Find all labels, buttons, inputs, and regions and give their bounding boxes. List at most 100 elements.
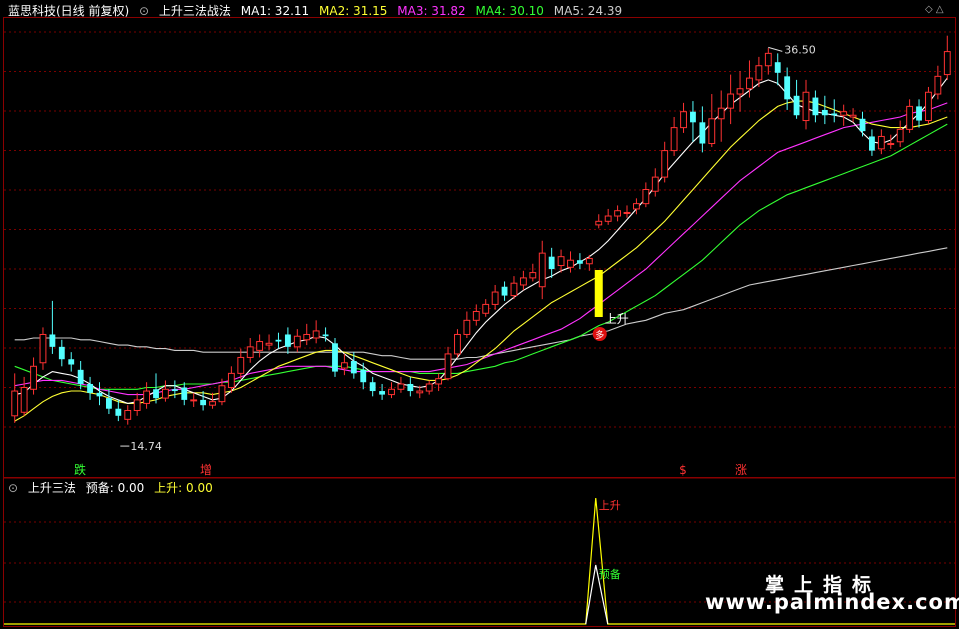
candle-body bbox=[491, 291, 499, 305]
candle-body bbox=[218, 385, 226, 403]
watermark-url: www.palmindex.com bbox=[705, 590, 959, 614]
candle-body bbox=[133, 399, 141, 411]
ma-line-ma1 bbox=[14, 77, 948, 404]
candle-body bbox=[755, 65, 763, 81]
triangle-icon[interactable]: △ bbox=[936, 4, 944, 15]
candle-body bbox=[538, 252, 546, 288]
candle-body bbox=[614, 210, 622, 217]
candle-body bbox=[869, 136, 875, 151]
candle-body bbox=[727, 93, 735, 109]
ma-line-ma2 bbox=[14, 100, 948, 422]
candle-body bbox=[322, 334, 329, 337]
candle-body bbox=[312, 330, 320, 339]
candle-body bbox=[623, 211, 631, 214]
candle-body bbox=[717, 107, 725, 120]
candle-body bbox=[548, 256, 555, 270]
ma-line-ma4 bbox=[14, 123, 948, 390]
candle-body bbox=[227, 372, 235, 389]
candle-body bbox=[190, 399, 198, 402]
candle-body bbox=[39, 333, 47, 364]
candle-body bbox=[425, 383, 433, 392]
candle-body bbox=[20, 387, 28, 413]
high-price-label: 36.50 bbox=[784, 43, 816, 56]
candle-body bbox=[96, 392, 103, 397]
candle-body bbox=[896, 128, 904, 143]
candle-body bbox=[284, 334, 291, 347]
candle-body bbox=[651, 176, 659, 192]
stock-title: 蓝思科技(日线 前复权) bbox=[8, 4, 130, 18]
indicator-toggle-icon[interactable]: ⊙ bbox=[139, 4, 149, 18]
signal-rise-label: 上升 bbox=[605, 312, 629, 326]
candle-body bbox=[77, 369, 84, 384]
candle-body bbox=[360, 369, 367, 383]
candle-body bbox=[529, 272, 537, 279]
candle-body bbox=[519, 277, 527, 286]
candle-body bbox=[670, 127, 678, 152]
candle-body bbox=[633, 203, 640, 210]
diamond-icon[interactable]: ◇ bbox=[925, 4, 933, 15]
high-marker-line bbox=[768, 46, 783, 52]
candle-body bbox=[557, 256, 565, 267]
candle-body bbox=[764, 52, 772, 67]
candle-body bbox=[124, 409, 132, 420]
candle-body bbox=[332, 343, 338, 372]
candle-body bbox=[68, 359, 75, 365]
candle-body bbox=[435, 378, 443, 385]
marker-zeng: 增 bbox=[200, 463, 212, 477]
candle-body bbox=[736, 88, 744, 95]
candle-body bbox=[567, 259, 574, 268]
candle-body bbox=[388, 388, 395, 396]
candle-body bbox=[585, 257, 593, 265]
candle-body bbox=[831, 113, 838, 116]
candle-body bbox=[444, 353, 452, 380]
candle-body bbox=[793, 95, 800, 116]
candle-body bbox=[275, 339, 282, 342]
sub-toggle-icon[interactable]: ⊙ bbox=[8, 481, 18, 495]
candle-body bbox=[821, 109, 828, 116]
candle-body bbox=[162, 388, 169, 399]
candle-body bbox=[171, 389, 178, 392]
window-controls: ◇ △ bbox=[925, 4, 944, 15]
candle-body bbox=[595, 220, 603, 226]
ma1-label: MA1: 32.11 bbox=[240, 4, 310, 18]
candle-body bbox=[642, 188, 650, 205]
marker-zhang: 涨 bbox=[735, 462, 747, 477]
marker-s: $ bbox=[679, 463, 687, 477]
candle-body bbox=[293, 335, 301, 348]
candle-body bbox=[690, 111, 696, 123]
candle-body bbox=[153, 389, 159, 399]
candle-body bbox=[812, 97, 819, 116]
candle-body bbox=[802, 91, 810, 122]
main-panel-frame bbox=[3, 17, 956, 479]
candle-body bbox=[482, 303, 490, 314]
stock-chart: 36.5014.74上升多跌增 $ 涨上升预备 bbox=[3, 17, 956, 627]
candle-body bbox=[369, 382, 376, 392]
candle-body bbox=[510, 282, 518, 297]
sub-chart-header: ⊙ 上升三法 预备: 0.00 上升: 0.00 bbox=[8, 481, 219, 495]
candle-body bbox=[397, 383, 405, 390]
candle-body bbox=[887, 143, 895, 146]
candle-body bbox=[200, 399, 207, 406]
candle-body bbox=[246, 346, 254, 358]
ma2-label: MA2: 31.15 bbox=[319, 4, 388, 18]
candle-body bbox=[746, 77, 753, 90]
candle-body bbox=[454, 333, 461, 355]
marker-die: 跌 bbox=[74, 462, 86, 477]
candle-body bbox=[699, 122, 706, 144]
candle-body bbox=[58, 346, 65, 360]
candle-body bbox=[11, 390, 19, 417]
sub-rise-label: 上升 bbox=[599, 499, 621, 512]
candle-body bbox=[87, 383, 93, 393]
candle-body bbox=[115, 408, 122, 416]
candle-body bbox=[143, 390, 151, 404]
candle-body bbox=[407, 383, 414, 392]
candle-body bbox=[237, 356, 245, 374]
ma4-label: MA4: 30.10 bbox=[475, 4, 544, 18]
candle-body bbox=[576, 260, 583, 264]
candle-body bbox=[774, 62, 781, 73]
candle-body bbox=[849, 114, 857, 118]
candle-body bbox=[105, 398, 112, 409]
candle-body bbox=[463, 319, 471, 335]
candle-body bbox=[604, 215, 612, 222]
candle-body bbox=[303, 333, 311, 341]
